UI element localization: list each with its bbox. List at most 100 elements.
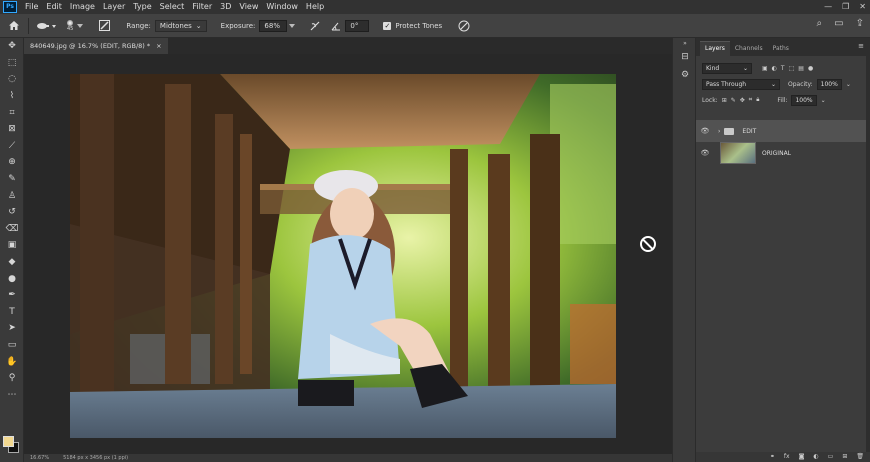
menu-window[interactable]: Window bbox=[262, 0, 302, 14]
filter-toggle-icon[interactable]: ● bbox=[808, 65, 813, 72]
lock-image-icon[interactable]: ✎ bbox=[731, 97, 736, 104]
delete-layer-icon[interactable]: 🗑︎ bbox=[856, 452, 864, 462]
layer-row-edit[interactable]: 👁︎ › EDIT bbox=[696, 120, 866, 142]
lock-all-icon[interactable]: 🔒︎ bbox=[756, 96, 759, 104]
chevron-down-icon[interactable] bbox=[77, 17, 84, 35]
crop-tool-icon[interactable]: ⌗ bbox=[0, 104, 24, 121]
link-layers-icon[interactable]: ⚭ bbox=[770, 452, 775, 462]
search-icon[interactable]: ⌕ bbox=[817, 18, 823, 29]
clone-stamp-tool-icon[interactable]: ♙ bbox=[0, 187, 24, 204]
zoom-level[interactable]: 16.67% bbox=[30, 454, 49, 462]
zoom-tool-icon[interactable]: ⚲ bbox=[0, 370, 24, 387]
layer-style-icon[interactable]: fx bbox=[784, 452, 790, 462]
marquee-tool-icon[interactable]: ⬚ bbox=[0, 55, 24, 72]
blend-row: Pass Through ⌄ Opacity: 100% ⌄ bbox=[696, 76, 870, 92]
add-mask-icon[interactable]: ◙ bbox=[799, 452, 805, 462]
range-select[interactable]: Midtones ⌄ bbox=[154, 19, 207, 32]
dodge-tool-icon[interactable]: ● bbox=[0, 270, 24, 287]
document-tab[interactable]: 840649.jpg @ 16.7% (EDIT, RGB/8) * × bbox=[24, 38, 168, 54]
quick-select-tool-icon[interactable]: ⌇ bbox=[0, 88, 24, 105]
menu-type[interactable]: Type bbox=[129, 0, 155, 14]
tab-layers[interactable]: Layers bbox=[700, 41, 730, 56]
brush-tool-icon[interactable]: ✎ bbox=[0, 171, 24, 188]
menu-help[interactable]: Help bbox=[302, 0, 328, 14]
chevron-down-icon[interactable] bbox=[289, 17, 296, 35]
new-adjustment-icon[interactable]: ◐ bbox=[813, 452, 818, 462]
exposure-input[interactable]: 68% bbox=[259, 19, 288, 32]
adjustment-filter-icon[interactable]: ◐ bbox=[772, 65, 777, 72]
history-brush-tool-icon[interactable]: ↺ bbox=[0, 204, 24, 221]
lock-transparent-icon[interactable]: ⊞ bbox=[722, 97, 727, 104]
blur-tool-icon[interactable]: ◆ bbox=[0, 254, 24, 271]
menu-file[interactable]: File bbox=[21, 0, 42, 14]
menu-3d[interactable]: 3D bbox=[216, 0, 235, 14]
protect-tones-checkbox[interactable]: ✓ bbox=[383, 17, 392, 35]
layer-row-original[interactable]: 👁︎ ORIGINAL bbox=[696, 142, 866, 164]
new-group-icon[interactable]: ▭ bbox=[828, 452, 834, 462]
layer-name[interactable]: ORIGINAL bbox=[762, 150, 791, 157]
tab-channels[interactable]: Channels bbox=[730, 42, 768, 56]
panel-menu-icon[interactable]: ≡ bbox=[858, 42, 864, 50]
foreground-color-swatch[interactable] bbox=[3, 436, 14, 447]
brush-settings-icon[interactable] bbox=[99, 17, 111, 35]
visibility-eye-icon[interactable]: 👁︎ bbox=[696, 127, 714, 135]
rectangle-tool-icon[interactable]: ▭ bbox=[0, 337, 24, 354]
app-logo: Ps bbox=[3, 1, 17, 13]
document-image[interactable] bbox=[70, 74, 616, 438]
path-selection-tool-icon[interactable]: ➤ bbox=[0, 320, 24, 337]
lock-artboard-icon[interactable]: ⌗ bbox=[749, 96, 752, 104]
type-tool-icon[interactable]: T bbox=[0, 304, 24, 321]
canvas-area[interactable] bbox=[24, 54, 672, 454]
chevron-down-icon[interactable]: ⌄ bbox=[846, 81, 851, 88]
layer-name[interactable]: EDIT bbox=[742, 128, 756, 135]
collapse-arrows-icon[interactable]: » bbox=[673, 38, 697, 48]
pen-tool-icon[interactable]: ✒ bbox=[0, 287, 24, 304]
new-layer-icon[interactable]: ⊞ bbox=[842, 452, 847, 462]
share-icon[interactable]: ⇪ bbox=[856, 18, 864, 29]
menu-image[interactable]: Image bbox=[66, 0, 99, 14]
gradient-tool-icon[interactable]: ▣ bbox=[0, 237, 24, 254]
fill-input[interactable]: 100% bbox=[791, 94, 817, 106]
restore-button[interactable]: ❐ bbox=[842, 0, 849, 14]
dodge-tool-preset-icon[interactable] bbox=[35, 17, 57, 35]
angle-input[interactable]: 0° bbox=[345, 19, 370, 32]
menu-layer[interactable]: Layer bbox=[99, 0, 129, 14]
smart-object-filter-icon[interactable]: ▤ bbox=[798, 65, 804, 72]
workspace-icon[interactable]: ▭ bbox=[834, 18, 843, 29]
brush-size-picker[interactable]: 45 bbox=[67, 17, 73, 35]
menu-filter[interactable]: Filter bbox=[188, 0, 216, 14]
close-tab-icon[interactable]: × bbox=[156, 38, 161, 54]
pixel-filter-icon[interactable]: ▣ bbox=[762, 65, 768, 72]
pressure-size-icon[interactable] bbox=[458, 17, 470, 35]
menu-select[interactable]: Select bbox=[156, 0, 189, 14]
lasso-tool-icon[interactable]: ◌ bbox=[0, 71, 24, 88]
airbrush-icon[interactable] bbox=[309, 17, 321, 35]
frame-tool-icon[interactable]: ⊠ bbox=[0, 121, 24, 138]
visibility-eye-icon[interactable]: 👁︎ bbox=[696, 149, 714, 157]
layers-scrollbar[interactable] bbox=[866, 56, 870, 452]
healing-brush-tool-icon[interactable]: ⊕ bbox=[0, 154, 24, 171]
lock-position-icon[interactable]: ✥ bbox=[740, 97, 745, 104]
adjustments-panel-icon[interactable]: ⊟ bbox=[673, 48, 697, 66]
tab-paths[interactable]: Paths bbox=[768, 42, 794, 56]
type-filter-icon[interactable]: T bbox=[781, 65, 785, 72]
chevron-down-icon[interactable]: ⌄ bbox=[821, 97, 826, 104]
close-button[interactable]: ✕ bbox=[859, 0, 866, 14]
hand-tool-icon[interactable]: ✋ bbox=[0, 353, 24, 370]
separator bbox=[28, 17, 29, 34]
eraser-tool-icon[interactable]: ⌫ bbox=[0, 221, 24, 238]
home-icon[interactable] bbox=[8, 17, 20, 35]
menu-view[interactable]: View bbox=[235, 0, 262, 14]
properties-panel-icon[interactable]: ⚙ bbox=[673, 66, 697, 84]
eyedropper-tool-icon[interactable]: ⟋ bbox=[0, 138, 24, 155]
blend-mode-select[interactable]: Pass Through ⌄ bbox=[702, 78, 780, 90]
edit-toolbar-icon[interactable]: ⋯ bbox=[0, 386, 24, 403]
kind-filter-select[interactable]: Kind ⌄ bbox=[702, 62, 752, 74]
menu-edit[interactable]: Edit bbox=[42, 0, 66, 14]
expand-chevron-icon[interactable]: › bbox=[718, 128, 720, 135]
layers-panel-footer: ⚭ fx ◙ ◐ ▭ ⊞ 🗑︎ bbox=[696, 452, 870, 462]
move-tool-icon[interactable]: ✥ bbox=[0, 38, 24, 55]
minimize-button[interactable]: — bbox=[824, 0, 832, 14]
shape-filter-icon[interactable]: ⬚ bbox=[789, 65, 795, 72]
opacity-input[interactable]: 100% bbox=[816, 78, 842, 90]
